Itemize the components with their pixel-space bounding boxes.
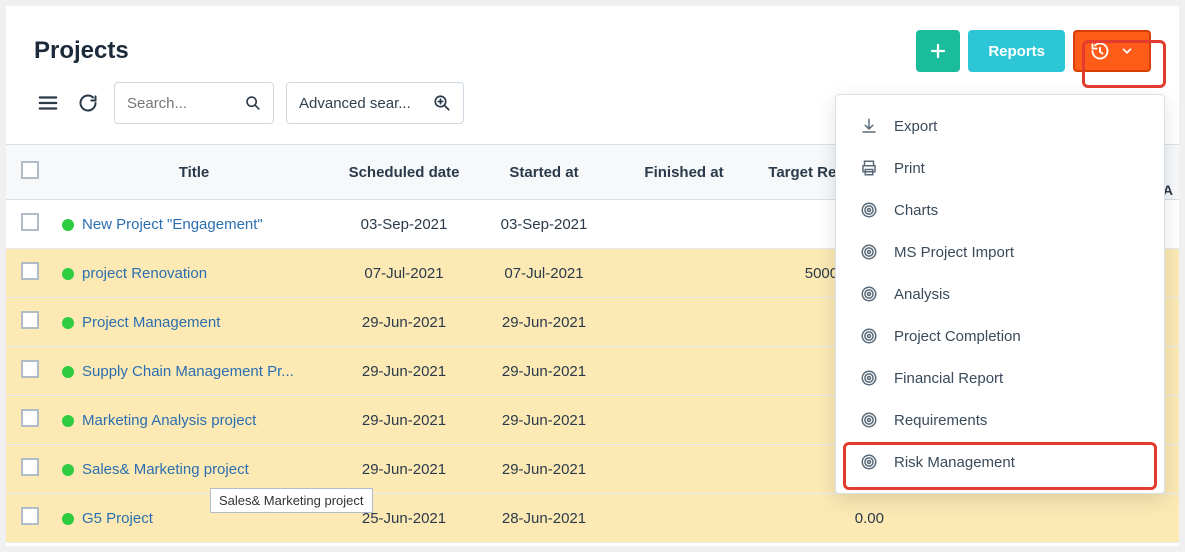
dropdown-item[interactable]: Risk Management: [836, 441, 1164, 483]
scheduled-cell: 29-Jun-2021: [334, 298, 474, 347]
dropdown-item[interactable]: Project Completion: [836, 315, 1164, 357]
dropdown-item[interactable]: MS Project Import: [836, 231, 1164, 273]
revenue-cell: 0.00: [754, 494, 894, 543]
target-icon: [860, 369, 878, 387]
dropdown-item-label: Requirements: [894, 412, 987, 429]
search-input-wrapper[interactable]: [114, 82, 274, 124]
started-cell: 03-Sep-2021: [474, 200, 614, 249]
plus-icon: [929, 42, 947, 60]
dropdown-item-label: Financial Report: [894, 370, 1003, 387]
col-title[interactable]: Title: [54, 145, 334, 200]
target-icon: [860, 285, 878, 303]
search-plus-icon: [433, 94, 451, 112]
dropdown-item[interactable]: Export: [836, 105, 1164, 147]
status-dot-icon: [62, 219, 74, 231]
row-tooltip: Sales& Marketing project: [210, 488, 373, 513]
col-started[interactable]: Started at: [474, 145, 614, 200]
row-checkbox[interactable]: [21, 311, 39, 329]
started-cell: 07-Jul-2021: [474, 249, 614, 298]
dropdown-item-label: Risk Management: [894, 454, 1015, 471]
search-icon: [245, 94, 261, 112]
project-link[interactable]: Supply Chain Management Pr...: [82, 363, 294, 380]
project-link[interactable]: Project Management: [82, 314, 220, 331]
finished-cell: [614, 347, 754, 396]
page: Projects Reports Advanced sear...: [6, 6, 1179, 546]
status-dot-icon: [62, 415, 74, 427]
dropdown-item[interactable]: Financial Report: [836, 357, 1164, 399]
loop-arrow-icon: [1090, 41, 1110, 61]
started-cell: 28-Jun-2021: [474, 494, 614, 543]
select-all-checkbox[interactable]: [21, 161, 39, 179]
status-dot-icon: [62, 317, 74, 329]
project-link[interactable]: Marketing Analysis project: [82, 412, 256, 429]
dropdown-item-label: MS Project Import: [894, 244, 1014, 261]
dropdown-item-label: Project Completion: [894, 328, 1021, 345]
advanced-search-button[interactable]: Advanced sear...: [286, 82, 464, 124]
row-checkbox[interactable]: [21, 262, 39, 280]
actions-dropdown: Export Print Charts MS Project Import Analys…: [835, 94, 1165, 494]
print-icon: [860, 159, 878, 177]
row-checkbox[interactable]: [21, 213, 39, 231]
download-icon: [860, 117, 878, 135]
search-input[interactable]: [127, 95, 245, 112]
row-checkbox[interactable]: [21, 458, 39, 476]
dropdown-item[interactable]: Charts: [836, 189, 1164, 231]
dropdown-item-label: Export: [894, 118, 937, 135]
scheduled-cell: 29-Jun-2021: [334, 347, 474, 396]
started-cell: 29-Jun-2021: [474, 298, 614, 347]
target-icon: [860, 453, 878, 471]
target-icon: [860, 201, 878, 219]
started-cell: 29-Jun-2021: [474, 445, 614, 494]
project-link[interactable]: New Project "Engagement": [82, 216, 263, 233]
dropdown-item[interactable]: Print: [836, 147, 1164, 189]
finished-cell: [614, 396, 754, 445]
row-checkbox[interactable]: [21, 507, 39, 525]
col-scheduled[interactable]: Scheduled date: [334, 145, 474, 200]
dropdown-item-label: Print: [894, 160, 925, 177]
advanced-search-label: Advanced sear...: [299, 95, 411, 112]
dropdown-item-label: Analysis: [894, 286, 950, 303]
status-dot-icon: [62, 366, 74, 378]
finished-cell: [614, 298, 754, 347]
header: Projects Reports: [6, 6, 1179, 82]
status-dot-icon: [62, 268, 74, 280]
target-icon: [860, 327, 878, 345]
started-cell: 29-Jun-2021: [474, 396, 614, 445]
row-checkbox[interactable]: [21, 360, 39, 378]
actions-button[interactable]: [1073, 30, 1151, 72]
refresh-icon[interactable]: [74, 89, 102, 117]
scheduled-cell: 29-Jun-2021: [334, 396, 474, 445]
scheduled-cell: 07-Jul-2021: [334, 249, 474, 298]
row-checkbox[interactable]: [21, 409, 39, 427]
project-link[interactable]: G5 Project: [82, 510, 153, 527]
project-link[interactable]: project Renovation: [82, 265, 207, 282]
target-icon: [860, 411, 878, 429]
scheduled-cell: 29-Jun-2021: [334, 445, 474, 494]
started-cell: 29-Jun-2021: [474, 347, 614, 396]
col-finished[interactable]: Finished at: [614, 145, 754, 200]
hamburger-icon[interactable]: [34, 89, 62, 117]
finished-cell: [614, 445, 754, 494]
dropdown-item-label: Charts: [894, 202, 938, 219]
project-link[interactable]: Sales& Marketing project: [82, 461, 249, 478]
page-title: Projects: [34, 37, 129, 65]
chevron-down-icon: [1120, 44, 1134, 58]
status-dot-icon: [62, 513, 74, 525]
dropdown-item[interactable]: Analysis: [836, 273, 1164, 315]
finished-cell: [614, 249, 754, 298]
finished-cell: [614, 200, 754, 249]
target-icon: [860, 243, 878, 261]
reports-button[interactable]: Reports: [968, 30, 1065, 72]
finished-cell: [614, 494, 754, 543]
dropdown-item[interactable]: Requirements: [836, 399, 1164, 441]
add-button[interactable]: [916, 30, 960, 72]
scheduled-cell: 03-Sep-2021: [334, 200, 474, 249]
status-dot-icon: [62, 464, 74, 476]
table-row[interactable]: G5 Project25-Jun-202128-Jun-20210.00: [6, 494, 1179, 543]
